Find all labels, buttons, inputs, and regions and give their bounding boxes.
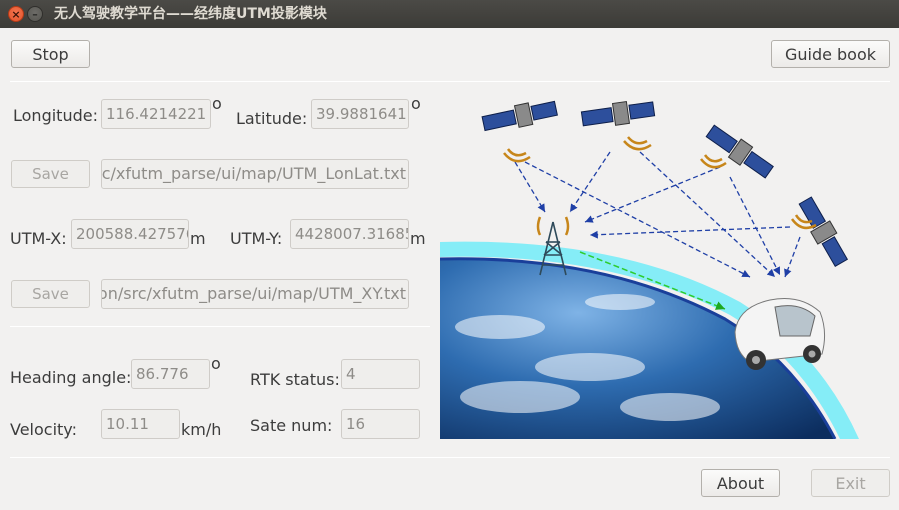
utm-y-unit: m [410,229,426,248]
close-icon: × [11,7,21,21]
utm-x-label: UTM-X: [10,229,67,248]
sate-num-field[interactable]: 16 [341,409,420,439]
rtk-status-field[interactable]: 4 [341,359,420,389]
sate-num-label: Sate num: [250,416,333,435]
satellite-icon [798,196,849,268]
about-button[interactable]: About [701,469,780,497]
save-lonlat-button[interactable]: Save [11,160,90,188]
satellite-icon [580,100,656,127]
lonlat-file-path-text: /src/xfutm_parse/ui/map/UTM_LonLat.txt [101,164,406,183]
longitude-label: Longitude: [13,106,98,125]
latitude-field[interactable]: 39.9881641 [311,99,409,129]
save-utm-button[interactable]: Save [11,280,90,308]
exit-button[interactable]: Exit [811,469,890,497]
heading-angle-label: Heading angle: [10,368,132,387]
utm-x-unit: m [190,229,206,248]
window-title: 无人驾驶教学平台——经纬度UTM投影模块 [54,6,327,22]
window-close-button[interactable]: × [8,6,24,22]
velocity-unit: km/h [181,420,222,439]
top-divider [10,81,890,82]
lonlat-file-path-field[interactable]: /src/xfutm_parse/ui/map/UTM_LonLat.txt [101,159,409,189]
utm-y-label: UTM-Y: [230,229,283,248]
satellite-icon [705,124,774,179]
gnss-illustration [440,100,859,439]
middle-divider [10,326,430,327]
utm-y-field[interactable]: 4428007.31685 [290,219,409,249]
heading-angle-field[interactable]: 86.776 [131,359,210,389]
longitude-degree-unit: o [212,94,222,113]
car-icon [734,298,826,370]
satellite-icon [481,100,558,132]
velocity-label: Velocity: [10,420,77,439]
bottom-divider [10,457,890,458]
heading-degree-unit: o [211,354,221,373]
minimize-icon: – [32,7,38,21]
longitude-field[interactable]: 116.4214221 [101,99,211,129]
rtk-status-label: RTK status: [250,370,340,389]
utm-file-path-field[interactable]: ction/src/xfutm_parse/ui/map/UTM_XY.txt [101,279,409,309]
velocity-field[interactable]: 10.11 [101,409,180,439]
window-titlebar: × – 无人驾驶教学平台——经纬度UTM投影模块 [0,0,899,28]
guide-book-button[interactable]: Guide book [771,40,890,68]
stop-button[interactable]: Stop [11,40,90,68]
utm-file-path-text: ction/src/xfutm_parse/ui/map/UTM_XY.txt [101,284,406,303]
utm-x-field[interactable]: 200588.427576 [71,219,189,249]
window-minimize-button[interactable]: – [27,6,43,22]
latitude-degree-unit: o [411,94,421,113]
latitude-label: Latitude: [236,109,308,128]
